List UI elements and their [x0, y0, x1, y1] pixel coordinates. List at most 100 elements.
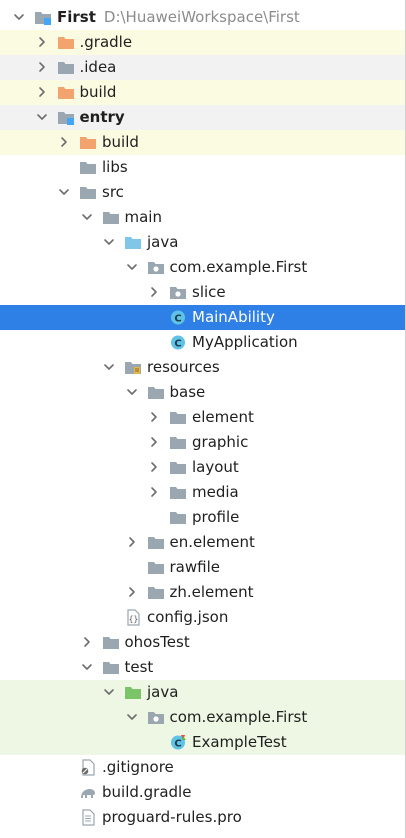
- tree-item-exampletest[interactable]: C ExampleTest: [0, 730, 405, 755]
- tree-item-text: com.example.First: [169, 258, 308, 276]
- tree-item-main[interactable]: main: [0, 205, 405, 230]
- tree-item-text: slice: [192, 283, 226, 301]
- chevron-down-icon[interactable]: [126, 711, 138, 723]
- tree-item-package-test[interactable]: com.example.First: [0, 705, 405, 730]
- chevron-right-icon[interactable]: [126, 586, 138, 598]
- excluded-folder-icon: [57, 84, 75, 101]
- tree-item-src[interactable]: src: [0, 180, 405, 205]
- folder-icon: [169, 459, 187, 476]
- tree-item-libs[interactable]: libs: [0, 155, 405, 180]
- chevron-right-icon[interactable]: [36, 61, 48, 73]
- tree-item-text: ohosTest: [124, 633, 190, 651]
- chevron-right-icon[interactable]: [148, 411, 160, 423]
- chevron-right-icon[interactable]: [58, 136, 70, 148]
- tree-item-label: java: [147, 683, 178, 702]
- tree-item-build[interactable]: build: [0, 80, 405, 105]
- chevron-down-icon[interactable]: [81, 211, 93, 223]
- tree-item-mainability[interactable]: C MainAbility: [0, 305, 405, 330]
- tree-item-text: First: [57, 8, 96, 26]
- tree-item-text: java: [147, 233, 179, 251]
- tree-item-label: element: [192, 408, 254, 427]
- tree-item-text: zh.element: [169, 583, 254, 601]
- tree-item-idea[interactable]: .idea: [0, 55, 405, 80]
- chevron-down-icon[interactable]: [103, 236, 115, 248]
- tree-item-label: MyApplication: [192, 333, 298, 352]
- tree-item-text: main: [124, 208, 162, 226]
- chevron-down-icon[interactable]: [81, 661, 93, 673]
- tree-item-text: java: [147, 683, 179, 701]
- module-folder-icon: [57, 109, 75, 126]
- folder-icon: [79, 184, 97, 201]
- tree-item-label: build: [80, 83, 117, 102]
- tree-item-label: MainAbility: [192, 308, 275, 327]
- tree-item-base[interactable]: base: [0, 380, 405, 405]
- tree-item-test[interactable]: test: [0, 655, 405, 680]
- excluded-folder-icon: [57, 34, 75, 51]
- tree-item-label: profile: [192, 508, 239, 527]
- tree-item-slice[interactable]: slice: [0, 280, 405, 305]
- tree-item-label: media: [192, 483, 239, 502]
- tree-item-entry-build[interactable]: build: [0, 130, 405, 155]
- tree-item-zh-element[interactable]: zh.element: [0, 580, 405, 605]
- tree-item-rawfile[interactable]: rawfile: [0, 555, 405, 580]
- package-icon: [147, 709, 165, 726]
- chevron-right-icon[interactable]: [126, 536, 138, 548]
- folder-icon: [102, 209, 120, 226]
- chevron-right-icon[interactable]: [148, 286, 160, 298]
- project-path: D:\HuaweiWorkspace\First: [103, 8, 300, 26]
- tree-item-media[interactable]: media: [0, 480, 405, 505]
- tree-item-package-main[interactable]: com.example.First: [0, 255, 405, 280]
- gradle-file-icon: [79, 784, 97, 801]
- tree-item-first[interactable]: First D:\HuaweiWorkspace\First: [0, 5, 405, 30]
- tree-item-text: layout: [192, 458, 239, 476]
- folder-icon: [79, 159, 97, 176]
- tree-item-label: .gradle: [80, 33, 133, 52]
- tree-item-graphic[interactable]: graphic: [0, 430, 405, 455]
- tree-item-label: build.gradle: [102, 783, 191, 802]
- tree-item-build-gradle[interactable]: build.gradle: [0, 780, 405, 805]
- tree-item-label: main: [125, 208, 162, 227]
- chevron-right-icon[interactable]: [36, 86, 48, 98]
- chevron-down-icon[interactable]: [126, 386, 138, 398]
- tree-item-gradle-dir[interactable]: .gradle: [0, 30, 405, 55]
- tree-item-text: proguard-rules.pro: [102, 808, 242, 826]
- tree-item-resources[interactable]: resources: [0, 355, 405, 380]
- tree-item-proguard-rules[interactable]: proguard-rules.pro: [0, 805, 405, 830]
- tree-item-entry[interactable]: entry: [0, 105, 405, 130]
- tree-item-label: graphic: [192, 433, 248, 452]
- chevron-right-icon[interactable]: [148, 486, 160, 498]
- tree-item-gitignore[interactable]: .gitignore: [0, 755, 405, 780]
- tree-item-label: slice: [192, 283, 226, 302]
- tree-item-text: graphic: [192, 433, 249, 451]
- tree-item-java[interactable]: java: [0, 230, 405, 255]
- chevron-down-icon[interactable]: [36, 111, 48, 123]
- tree-item-text: en.element: [169, 533, 255, 551]
- tree-item-test-java[interactable]: java: [0, 680, 405, 705]
- chevron-right-icon[interactable]: [81, 636, 93, 648]
- tree-item-element[interactable]: element: [0, 405, 405, 430]
- tree-item-text: build.gradle: [102, 783, 192, 801]
- gitignore-file-icon: [79, 759, 97, 776]
- chevron-right-icon[interactable]: [148, 436, 160, 448]
- chevron-right-icon[interactable]: [36, 36, 48, 48]
- source-folder-icon: [124, 234, 142, 251]
- chevron-down-icon[interactable]: [126, 261, 138, 273]
- chevron-down-icon[interactable]: [103, 361, 115, 373]
- chevron-down-icon[interactable]: [58, 186, 70, 198]
- tree-item-ohostest[interactable]: ohosTest: [0, 630, 405, 655]
- chevron-down-icon[interactable]: [13, 11, 25, 23]
- tree-item-layout[interactable]: layout: [0, 455, 405, 480]
- tree-item-text: .gitignore: [102, 758, 174, 776]
- tree-item-profile[interactable]: profile: [0, 505, 405, 530]
- folder-icon: [169, 434, 187, 451]
- resources-folder-icon: [124, 359, 142, 376]
- tree-item-en-element[interactable]: en.element: [0, 530, 405, 555]
- chevron-down-icon[interactable]: [103, 686, 115, 698]
- test-class-icon: C: [169, 734, 187, 751]
- svg-text:{}: {}: [129, 615, 139, 624]
- tree-item-config-json[interactable]: {} config.json: [0, 605, 405, 630]
- chevron-right-icon[interactable]: [148, 461, 160, 473]
- tree-item-text: .idea: [79, 58, 117, 76]
- tree-item-label: .gitignore: [102, 758, 174, 777]
- tree-item-myapplication[interactable]: C MyApplication: [0, 330, 405, 355]
